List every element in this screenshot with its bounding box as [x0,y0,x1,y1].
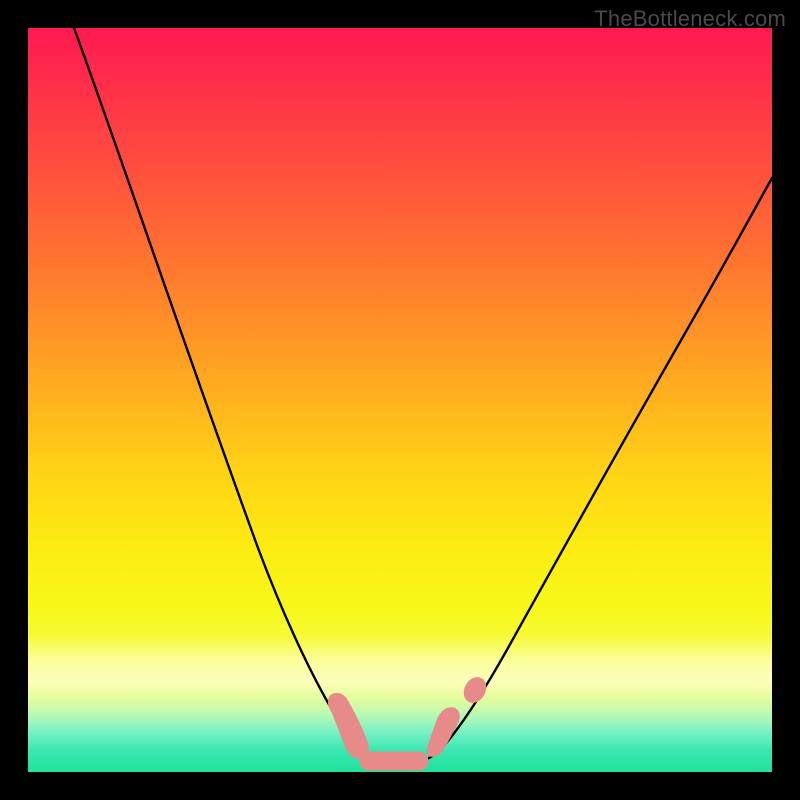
chart-frame: TheBottleneck.com [0,0,800,800]
valley-marker [328,674,490,770]
bottleneck-curve [28,28,772,772]
watermark-text: TheBottleneck.com [594,6,786,32]
plot-area [28,28,772,772]
